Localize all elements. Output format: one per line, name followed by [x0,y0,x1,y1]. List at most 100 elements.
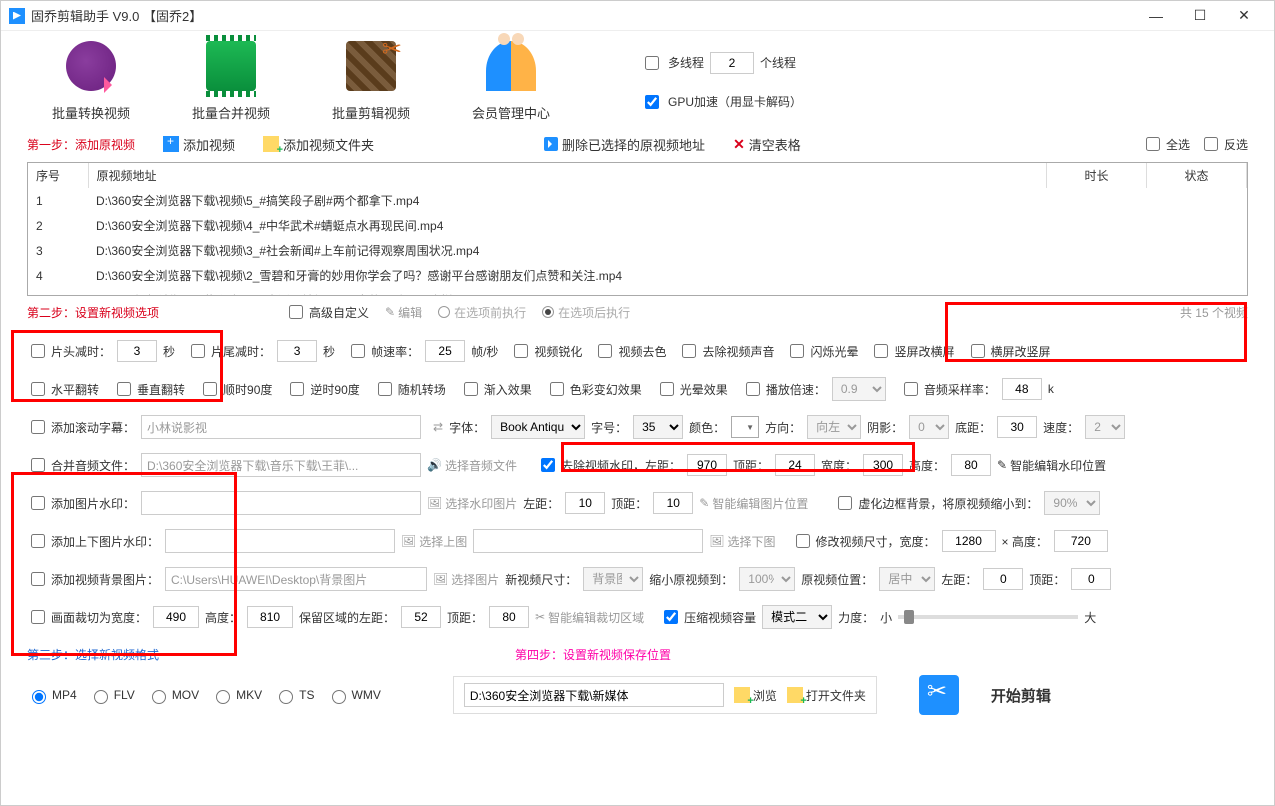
minimize-button[interactable]: — [1134,2,1178,30]
halo-checkbox[interactable]: 光晕效果 [656,379,728,399]
cw90-checkbox[interactable]: 顺时90度 [199,379,272,399]
scrolltext-checkbox[interactable]: 添加滚动字幕： [27,417,135,437]
bg-mode-select[interactable]: 背景图 [583,567,643,591]
wm-height-input[interactable] [951,454,991,476]
shadow-select[interactable]: 0 [909,415,949,439]
direction-select[interactable]: 向左 [807,415,861,439]
wm-width-input[interactable] [863,454,903,476]
close-button[interactable]: ✕ [1222,2,1266,30]
hflip-checkbox[interactable]: 水平翻转 [27,379,99,399]
resize-checkbox[interactable]: 修改视频尺寸，宽度： [792,531,936,551]
smart-crop-button[interactable]: ✂智能编辑裁切区域 [535,609,644,626]
keep-left-input[interactable] [401,606,441,628]
v2h-checkbox[interactable]: 竖屏改横屏 [870,341,954,361]
table-row[interactable]: 1D:\360安全浏览器下载\视频\5_#搞笑段子剧#两个都拿下.mp4 [28,188,1247,213]
resize-h-input[interactable] [1054,530,1108,552]
sharpen-checkbox[interactable]: 视频锐化 [510,341,582,361]
tail-trim-input[interactable] [277,340,317,362]
clear-table-button[interactable]: ✕ 清空表格 [733,135,801,154]
fmt-ts[interactable]: TS [274,687,314,704]
select-all-checkbox[interactable]: 全选 [1142,134,1190,154]
tb-wm-input2[interactable] [473,529,703,553]
select-wm-img-button[interactable]: 🖼选择水印图片 [427,495,517,512]
tb-wm-checkbox[interactable]: 添加上下图片水印： [27,531,159,551]
exec-before-radio[interactable]: 在选项前执行 [438,304,526,321]
fmt-mov[interactable]: MOV [147,687,199,704]
smart-wm-button[interactable]: ✎智能编辑水印位置 [997,457,1106,474]
vflip-checkbox[interactable]: 垂直翻转 [113,379,185,399]
ccw90-checkbox[interactable]: 逆时90度 [286,379,359,399]
browse-button[interactable]: 浏览 [734,687,777,704]
select-bottom-button[interactable]: 🖼选择下图 [709,533,775,550]
fmt-mkv[interactable]: MKV [211,687,262,704]
table-row[interactable]: 3D:\360安全浏览器下载\视频\3_#社会新闻#上车前记得观察周围状况.mp… [28,238,1247,263]
delete-selected-button[interactable]: 删除已选择的原视频地址 [544,135,705,154]
open-folder-button[interactable]: 打开文件夹 [787,687,866,704]
merge-audio-checkbox[interactable]: 合并音频文件： [27,455,135,475]
head-trim-checkbox[interactable]: 片头减时： [27,341,111,361]
text-speed-select[interactable]: 2 [1085,415,1125,439]
video-table[interactable]: 序号 原视频地址 时长 状态 1D:\360安全浏览器下载\视频\5_#搞笑段子… [27,162,1248,296]
keep-top-input[interactable] [489,606,529,628]
multithread-checkbox[interactable] [645,56,659,70]
scrolltext-input[interactable] [141,415,421,439]
h2v-checkbox[interactable]: 横屏改竖屏 [967,341,1051,361]
fps-input[interactable] [425,340,465,362]
fmt-mp4[interactable]: MP4 [27,687,77,704]
wm-top-input[interactable] [775,454,815,476]
font-swap-icon[interactable]: ⇄ [433,420,443,434]
convert-tool[interactable]: 批量转换视频 [31,41,151,122]
merge-tool[interactable]: 批量合并视频 [171,41,291,122]
start-icon[interactable] [919,675,959,715]
crop-checkbox[interactable]: 画面裁切为宽度： [27,607,147,627]
tail-trim-checkbox[interactable]: 片尾减时： [187,341,271,361]
tb-wm-input[interactable] [165,529,395,553]
shrink-select[interactable]: 100% [739,567,795,591]
img-watermark-checkbox[interactable]: 添加图片水印： [27,493,135,513]
advanced-checkbox[interactable]: 高级自定义 [285,302,369,322]
img-left-input[interactable] [565,492,605,514]
exec-after-radio[interactable]: 在选项后执行 [542,304,630,321]
pos-select[interactable]: 居中 [879,567,935,591]
select-bg-button[interactable]: 🖼选择图片 [433,571,499,588]
crop-w-input[interactable] [153,606,199,628]
color-shift-checkbox[interactable]: 色彩变幻效果 [546,379,642,399]
fps-checkbox[interactable]: 帧速率： [347,341,419,361]
audio-path-input[interactable] [141,453,421,477]
bg-path-input[interactable] [165,567,427,591]
head-trim-input[interactable] [117,340,157,362]
table-row[interactable]: 2D:\360安全浏览器下载\视频\4_#中华武术#蜻蜓点水再现民间.mp4 [28,213,1247,238]
flash-checkbox[interactable]: 闪烁光晕 [786,341,858,361]
member-tool[interactable]: 会员管理中心 [451,41,571,122]
bottom-dist-input[interactable] [997,416,1037,438]
thread-count-input[interactable] [710,52,754,74]
gpu-checkbox[interactable] [645,95,659,109]
compress-mode-select[interactable]: 模式二 [762,605,832,629]
rand-trans-checkbox[interactable]: 随机转场 [374,379,446,399]
compress-checkbox[interactable]: 压缩视频容量 [660,607,756,627]
blur-edge-checkbox[interactable]: 虚化边框背景，将原视频缩小到： [834,493,1038,513]
table-row[interactable]: 5D:\360安全浏览器下载\视频\1_#生活小妙招#喝不完的雪碧可以这样用.m… [28,288,1247,296]
samplerate-checkbox[interactable]: 音频采样率： [900,379,996,399]
wm-left-input[interactable] [687,454,727,476]
remove-watermark-checkbox[interactable]: 去除视频水印，左距： [537,455,681,475]
samplerate-input[interactable] [1002,378,1042,400]
intensity-slider[interactable] [898,615,1078,619]
speed-select[interactable]: 0.9 [832,377,886,401]
img-top-input[interactable] [653,492,693,514]
img-wm-input[interactable] [141,491,421,515]
bg-img-checkbox[interactable]: 添加视频背景图片： [27,569,159,589]
fade-in-checkbox[interactable]: 渐入效果 [460,379,532,399]
fmt-flv[interactable]: FLV [89,687,135,704]
select-audio-button[interactable]: 🔊选择音频文件 [427,457,517,474]
maximize-button[interactable]: ☐ [1178,2,1222,30]
speed-checkbox[interactable]: 播放倍速： [742,379,826,399]
invert-select-checkbox[interactable]: 反选 [1200,134,1248,154]
add-folder-button[interactable]: 添加视频文件夹 [263,135,374,154]
table-row[interactable]: 4D:\360安全浏览器下载\视频\2_雪碧和牙膏的妙用你学会了吗？感谢平台感谢… [28,263,1247,288]
desat-checkbox[interactable]: 视频去色 [594,341,666,361]
fontsize-select[interactable]: 35 [633,415,683,439]
blur-select[interactable]: 90% [1044,491,1100,515]
select-top-button[interactable]: 🖼选择上图 [401,533,467,550]
crop-h-input[interactable] [247,606,293,628]
